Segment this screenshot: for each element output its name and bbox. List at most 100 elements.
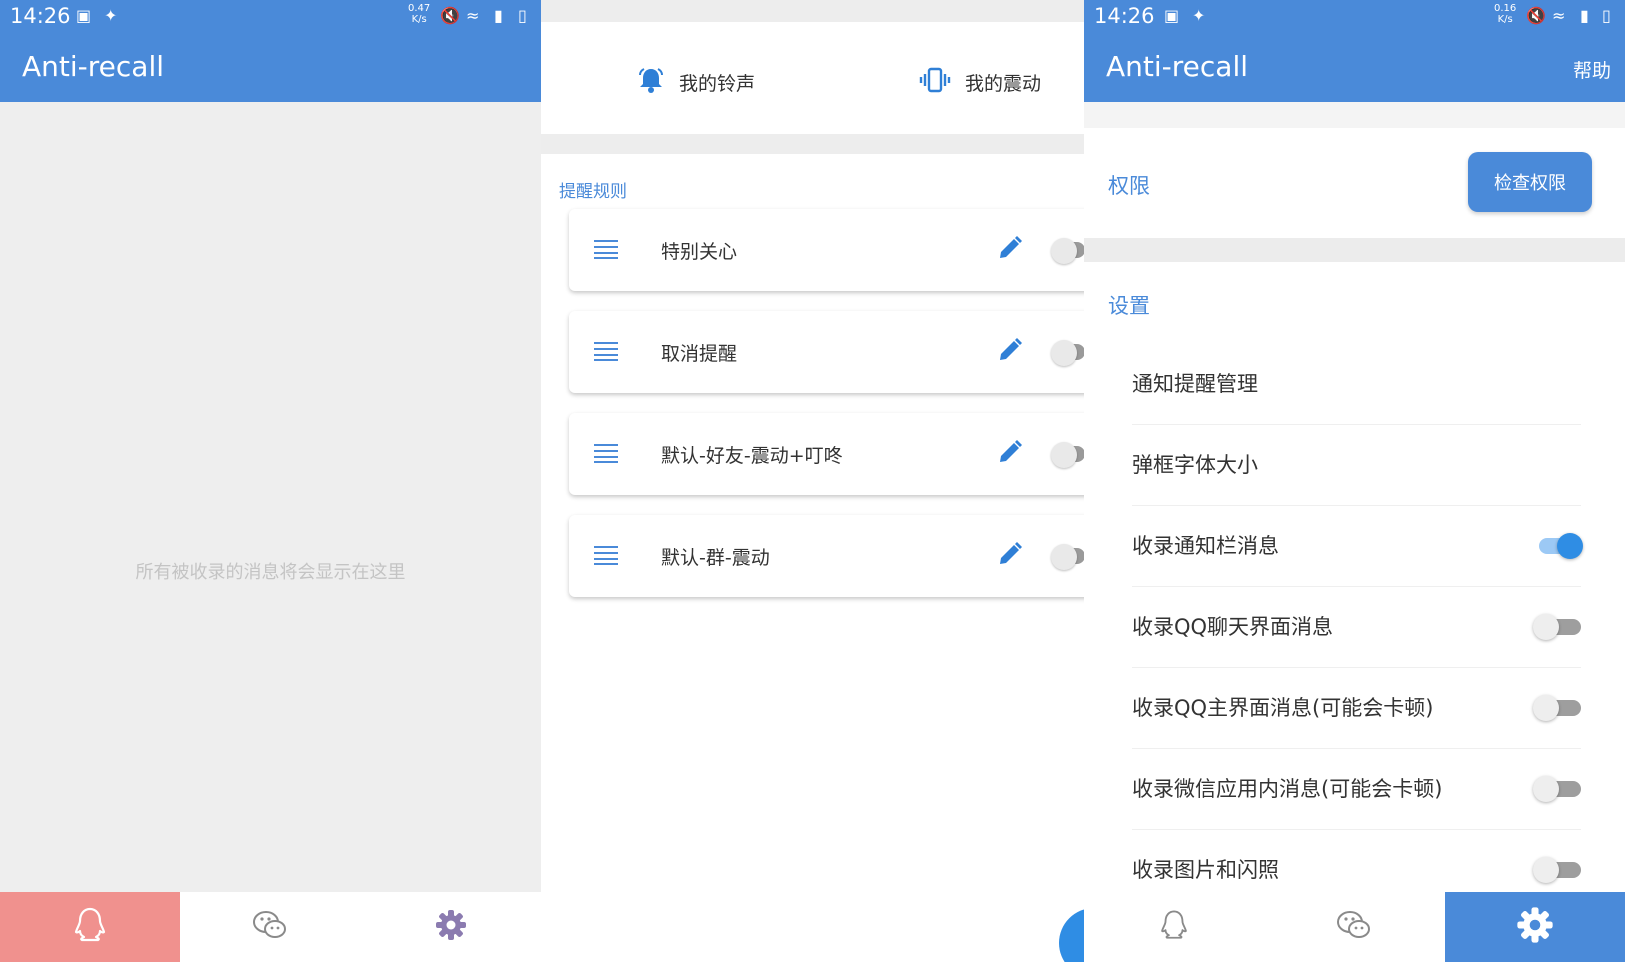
- network-speed: 0.16 K/s: [1494, 3, 1517, 25]
- rules-section-title: 提醒规则: [559, 182, 627, 202]
- battery-icon: ▯: [1602, 6, 1611, 25]
- signal-icon: ▮: [1580, 6, 1589, 25]
- app-bar: Anti-recall 帮助: [1084, 32, 1625, 102]
- bottom-navigation: [1084, 892, 1625, 962]
- help-button[interactable]: 帮助: [1573, 56, 1611, 83]
- pencil-icon[interactable]: [997, 337, 1023, 367]
- toggle-thumb: [1533, 776, 1559, 802]
- network-speed: 0.47 K/s: [408, 3, 431, 25]
- toggle-thumb: [1533, 695, 1559, 721]
- bell-icon: [637, 66, 665, 99]
- signal-icon: ▮: [494, 6, 503, 25]
- toggle-switch[interactable]: [1533, 776, 1581, 802]
- setting-record-qq-main[interactable]: 收录QQ主界面消息(可能会卡顿): [1132, 668, 1581, 749]
- rule-card[interactable]: 默认-群-震动: [569, 515, 1084, 597]
- setting-label: 收录QQ聊天界面消息: [1132, 615, 1334, 639]
- toggle-switch[interactable]: [1533, 614, 1581, 640]
- empty-state-message: 所有被收录的消息将会显示在这里: [135, 562, 406, 583]
- my-ringtone-button[interactable]: 我的铃声: [637, 66, 755, 99]
- check-permissions-button[interactable]: 检查权限: [1468, 152, 1592, 212]
- rule-toggle[interactable]: [1051, 442, 1077, 468]
- setting-record-wechat[interactable]: 收录微信应用内消息(可能会卡顿): [1132, 749, 1581, 830]
- section-divider: [541, 134, 1084, 154]
- nav-tab-qq[interactable]: [1084, 892, 1264, 962]
- rule-toggle[interactable]: [1051, 340, 1077, 366]
- nav-tab-settings[interactable]: [361, 892, 541, 962]
- permissions-title: 权限: [1108, 174, 1150, 198]
- permissions-row: 权限 检查权限: [1084, 128, 1625, 238]
- setting-label: 收录QQ主界面消息(可能会卡顿): [1132, 696, 1434, 720]
- app-title: Anti-recall: [22, 50, 164, 83]
- pencil-icon[interactable]: [997, 439, 1023, 469]
- toggle-thumb: [1533, 614, 1559, 640]
- battery-icon: ▯: [518, 6, 527, 25]
- app-notification-icon: ✦: [1192, 6, 1206, 25]
- rule-card[interactable]: 默认-好友-震动+叮咚: [569, 413, 1084, 495]
- wifi-icon: ≈: [466, 6, 480, 25]
- rule-toggle[interactable]: [1051, 238, 1077, 264]
- sound-options-row: 我的铃声 我的震动: [541, 22, 1084, 134]
- toggle-thumb: [1533, 857, 1559, 883]
- rule-card[interactable]: 特别关心: [569, 209, 1084, 291]
- my-ringtone-label: 我的铃声: [679, 73, 756, 95]
- nav-tab-wechat[interactable]: [1264, 892, 1444, 962]
- setting-label: 通知提醒管理: [1132, 372, 1258, 396]
- nav-tab-qq[interactable]: [0, 892, 181, 962]
- nav-tab-settings[interactable]: [1444, 892, 1625, 962]
- setting-label: 收录通知栏消息: [1132, 534, 1279, 558]
- screenshot-collage: 14:26 ▣ ✦ 0.47 K/s 🔇 ≈ ▮ ▯ Anti-recall 所有…: [0, 0, 1625, 962]
- setting-record-notification-bar[interactable]: 收录通知栏消息: [1132, 506, 1583, 587]
- nav-tab-wechat[interactable]: [180, 892, 360, 962]
- top-strip: [541, 0, 1084, 22]
- gear-icon: [1515, 905, 1555, 949]
- app-title: Anti-recall: [1106, 50, 1248, 83]
- my-vibration-label: 我的震动: [965, 73, 1042, 95]
- rule-name: 特别关心: [661, 241, 738, 263]
- setting-dialog-font-size[interactable]: 弹框字体大小: [1132, 425, 1581, 506]
- mute-icon: 🔇: [440, 6, 460, 25]
- settings-screen: 14:26 ▣ ✦ 0.16 K/s 🔇 ≈ ▮ ▯ Anti-recall 帮助…: [1084, 0, 1625, 962]
- vibration-icon: [919, 66, 951, 99]
- drag-handle-icon[interactable]: [593, 239, 619, 263]
- top-gap: [1084, 102, 1625, 128]
- setting-label: 弹框字体大小: [1132, 453, 1258, 477]
- wifi-icon: ≈: [1552, 6, 1566, 25]
- status-time: 14:26: [1094, 4, 1155, 28]
- status-time: 14:26: [10, 4, 71, 28]
- drag-handle-icon[interactable]: [593, 545, 619, 569]
- app-bar: Anti-recall: [0, 32, 541, 102]
- gallery-notification-icon: ▣: [76, 6, 92, 25]
- setting-record-qq-chat[interactable]: 收录QQ聊天界面消息: [1132, 587, 1581, 668]
- toggle-switch[interactable]: [1533, 533, 1583, 559]
- gallery-notification-icon: ▣: [1164, 6, 1180, 25]
- setting-label: 收录微信应用内消息(可能会卡顿): [1132, 777, 1443, 801]
- app-notification-icon: ✦: [104, 6, 118, 25]
- status-bar: 14:26 ▣ ✦ 0.47 K/s 🔇 ≈ ▮ ▯: [0, 0, 541, 32]
- add-rule-fab[interactable]: [1059, 908, 1084, 962]
- gear-icon: [434, 908, 468, 946]
- toggle-switch[interactable]: [1533, 857, 1581, 883]
- drag-handle-icon[interactable]: [593, 443, 619, 467]
- rule-card[interactable]: 取消提醒: [569, 311, 1084, 393]
- pencil-icon[interactable]: [997, 235, 1023, 265]
- mute-icon: 🔇: [1526, 6, 1546, 25]
- toggle-switch[interactable]: [1533, 695, 1581, 721]
- wechat-icon: [251, 908, 289, 946]
- recall-list-screen: 14:26 ▣ ✦ 0.47 K/s 🔇 ≈ ▮ ▯ Anti-recall 所有…: [0, 0, 541, 962]
- qq-penguin-icon: [1157, 908, 1191, 946]
- toggle-thumb: [1557, 533, 1583, 559]
- reminder-rules-screen: 我的铃声 我的震动 提醒规则 特别关心 取消提醒 默认-好友-震动+叮咚 默认-…: [541, 0, 1084, 962]
- rule-name: 取消提醒: [661, 343, 738, 365]
- rule-name: 默认-群-震动: [661, 547, 770, 569]
- setting-label: 收录图片和闪照: [1132, 858, 1279, 882]
- status-bar: 14:26 ▣ ✦ 0.16 K/s 🔇 ≈ ▮ ▯: [1084, 0, 1625, 32]
- rule-toggle[interactable]: [1051, 544, 1077, 570]
- rule-name: 默认-好友-震动+叮咚: [661, 445, 843, 467]
- qq-penguin-icon: [70, 905, 110, 949]
- my-vibration-button[interactable]: 我的震动: [919, 66, 1041, 99]
- bottom-navigation: [0, 892, 541, 962]
- settings-title: 设置: [1108, 294, 1150, 318]
- drag-handle-icon[interactable]: [593, 341, 619, 365]
- pencil-icon[interactable]: [997, 541, 1023, 571]
- setting-notification-management[interactable]: 通知提醒管理: [1132, 344, 1581, 425]
